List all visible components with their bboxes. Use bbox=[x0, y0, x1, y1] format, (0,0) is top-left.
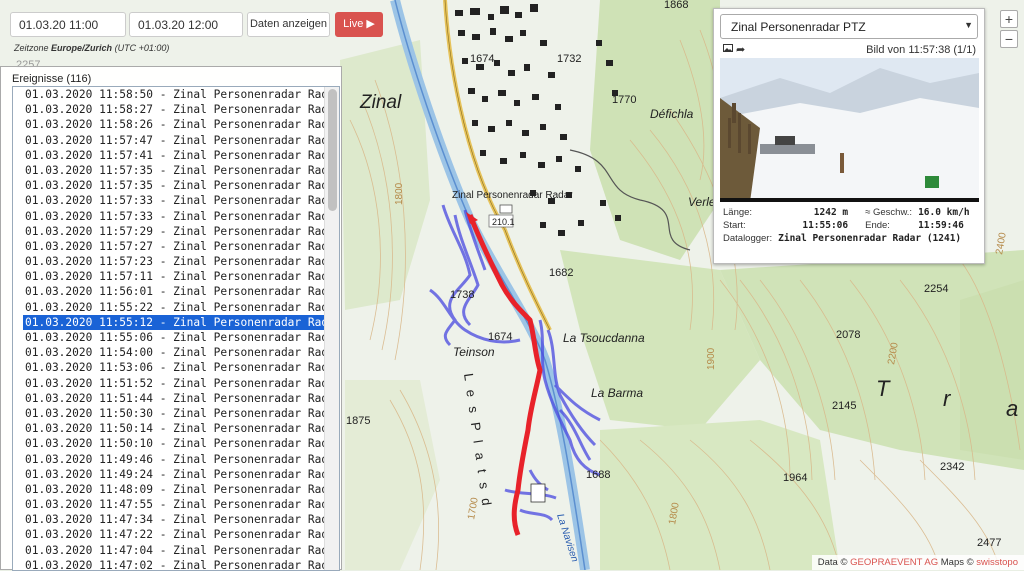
swisstopo-link[interactable]: swisstopo bbox=[976, 557, 1018, 568]
start-datetime-input[interactable] bbox=[10, 12, 126, 37]
event-list-item[interactable]: 01.03.2020 11:47:34 - Zinal Personenrada… bbox=[23, 512, 339, 527]
elevation-label: 1732 bbox=[557, 53, 581, 65]
region-letter: a bbox=[1006, 396, 1018, 421]
event-list-item[interactable]: 01.03.2020 11:58:50 - Zinal Personenrada… bbox=[23, 87, 339, 102]
camera-panel: Zinal Personenradar PTZ ▼ ➦ Bild von 11:… bbox=[713, 8, 985, 264]
share-icon[interactable]: ➦ bbox=[736, 43, 745, 56]
scrollbar-thumb[interactable] bbox=[328, 89, 337, 211]
event-list-item[interactable]: 01.03.2020 11:57:33 - Zinal Personenrada… bbox=[23, 193, 339, 208]
event-list-item[interactable]: 01.03.2020 11:50:14 - Zinal Personenrada… bbox=[23, 421, 339, 436]
events-scrollbar[interactable] bbox=[324, 87, 339, 570]
event-list-item[interactable]: 01.03.2020 11:57:29 - Zinal Personenrada… bbox=[23, 224, 339, 239]
track-info: Länge: 1242 m ≈ Geschw.: 16.0 km/h Start… bbox=[723, 207, 970, 244]
event-list-item[interactable]: 01.03.2020 11:50:30 - Zinal Personenrada… bbox=[23, 406, 339, 421]
elevation-label: 2342 bbox=[940, 461, 964, 473]
event-list-item[interactable]: 01.03.2020 11:55:22 - Zinal Personenrada… bbox=[23, 300, 339, 315]
zoom-in-button[interactable]: + bbox=[1000, 10, 1018, 28]
zoom-out-button[interactable]: − bbox=[1000, 30, 1018, 48]
events-panel: Ereignisse (116) 01.03.2020 11:58:50 - Z… bbox=[0, 66, 342, 571]
road-number-label: 210.1 bbox=[492, 217, 515, 227]
camera-image[interactable] bbox=[720, 58, 979, 202]
event-list-item[interactable]: 01.03.2020 11:49:24 - Zinal Personenrada… bbox=[23, 467, 339, 482]
camera-marker[interactable] bbox=[530, 483, 546, 503]
image-timestamp: Bild von 11:57:38 (1/1) bbox=[866, 44, 976, 56]
radar-station-icon[interactable] bbox=[499, 204, 513, 214]
event-list-item[interactable]: 01.03.2020 11:57:35 - Zinal Personenrada… bbox=[23, 163, 339, 178]
image-icon[interactable] bbox=[723, 44, 733, 52]
event-list-item[interactable]: 01.03.2020 11:47:55 - Zinal Personenrada… bbox=[23, 497, 339, 512]
elevation-label: 2477 bbox=[977, 537, 1001, 549]
play-icon: ▶ bbox=[366, 18, 375, 30]
show-data-button[interactable]: Daten anzeigen bbox=[247, 12, 330, 37]
map-thumbnail bbox=[925, 176, 939, 188]
event-list-item[interactable]: 01.03.2020 11:57:11 - Zinal Personenrada… bbox=[23, 269, 339, 284]
chevron-down-icon: ▼ bbox=[964, 20, 973, 30]
event-list-item[interactable]: 01.03.2020 11:57:41 - Zinal Personenrada… bbox=[23, 148, 339, 163]
contour-label: 1800 bbox=[394, 182, 405, 205]
elevation-label: 1875 bbox=[346, 415, 370, 427]
elevation-label: 1674 bbox=[470, 53, 494, 65]
region-letter: T bbox=[876, 376, 891, 401]
place-label-tsoucdanna: La Tsoucdanna bbox=[563, 331, 645, 345]
place-label-defichla: Défichla bbox=[650, 107, 694, 121]
live-button[interactable]: Live ▶ bbox=[335, 12, 383, 37]
event-list-item[interactable]: 01.03.2020 11:51:52 - Zinal Personenrada… bbox=[23, 376, 339, 391]
elevation-label: 1868 bbox=[664, 0, 688, 11]
event-list-item[interactable]: 01.03.2020 11:55:12 - Zinal Personenrada… bbox=[23, 314, 339, 330]
event-list-item[interactable]: 01.03.2020 11:49:46 - Zinal Personenrada… bbox=[23, 452, 339, 467]
camera-select-value: Zinal Personenradar PTZ bbox=[731, 20, 866, 34]
radar-station-label: Zinal Personenradar Radar bbox=[452, 190, 573, 201]
geopraevent-link[interactable]: GEOPRAEVENT AG bbox=[850, 557, 938, 568]
events-list[interactable]: 01.03.2020 11:58:50 - Zinal Personenrada… bbox=[12, 86, 340, 571]
elevation-label: 1770 bbox=[612, 94, 636, 106]
elevation-label: 1674 bbox=[488, 331, 512, 343]
place-label-teinson: Teinson bbox=[453, 345, 495, 359]
event-list-item[interactable]: 01.03.2020 11:57:47 - Zinal Personenrada… bbox=[23, 133, 339, 148]
elevation-label: 2254 bbox=[924, 283, 948, 295]
event-list-item[interactable]: 01.03.2020 11:57:27 - Zinal Personenrada… bbox=[23, 239, 339, 254]
speed-icon: ≈ bbox=[865, 207, 871, 218]
elevation-label: 2078 bbox=[836, 329, 860, 341]
elevation-label: 1964 bbox=[783, 472, 807, 484]
event-list-item[interactable]: 01.03.2020 11:57:33 - Zinal Personenrada… bbox=[23, 209, 339, 224]
place-label-barma: La Barma bbox=[591, 386, 643, 400]
event-list-item[interactable]: 01.03.2020 11:54:00 - Zinal Personenrada… bbox=[23, 345, 339, 360]
event-list-item[interactable]: 01.03.2020 11:56:01 - Zinal Personenrada… bbox=[23, 284, 339, 299]
elevation-label: 1688 bbox=[586, 469, 610, 481]
event-list-item[interactable]: 01.03.2020 11:47:04 - Zinal Personenrada… bbox=[23, 543, 339, 558]
event-list-item[interactable]: 01.03.2020 11:57:35 - Zinal Personenrada… bbox=[23, 178, 339, 193]
elevation-label: 1738 bbox=[450, 289, 474, 301]
live-label: Live bbox=[343, 18, 364, 30]
elevation-label: 2145 bbox=[832, 400, 856, 412]
event-list-item[interactable]: 01.03.2020 11:53:06 - Zinal Personenrada… bbox=[23, 360, 339, 375]
forest-area bbox=[600, 420, 840, 570]
forest-area bbox=[960, 280, 1024, 460]
event-list-item[interactable]: 01.03.2020 11:55:06 - Zinal Personenrada… bbox=[23, 330, 339, 345]
event-list-item[interactable]: 01.03.2020 11:57:23 - Zinal Personenrada… bbox=[23, 254, 339, 269]
end-datetime-input[interactable] bbox=[129, 12, 243, 37]
camera-select[interactable]: Zinal Personenradar PTZ ▼ bbox=[720, 14, 978, 39]
map-attribution: Data © GEOPRAEVENT AG Maps © swisstopo bbox=[811, 555, 1024, 570]
event-list-item[interactable]: 01.03.2020 11:48:09 - Zinal Personenrada… bbox=[23, 482, 339, 497]
place-label-zinal: Zinal bbox=[359, 92, 402, 113]
event-list-item[interactable]: 01.03.2020 11:51:44 - Zinal Personenrada… bbox=[23, 391, 339, 406]
elevation-label: 1682 bbox=[549, 267, 573, 279]
events-title: Ereignisse (116) bbox=[12, 73, 92, 85]
event-list-item[interactable]: 01.03.2020 11:58:26 - Zinal Personenrada… bbox=[23, 117, 339, 132]
event-list-item[interactable]: 01.03.2020 11:50:10 - Zinal Personenrada… bbox=[23, 436, 339, 451]
contour-label: 1900 bbox=[706, 347, 717, 370]
speed-label: ≈ Geschw.: bbox=[865, 207, 913, 218]
event-list-item[interactable]: 01.03.2020 11:58:27 - Zinal Personenrada… bbox=[23, 102, 339, 117]
event-list-item[interactable]: 01.03.2020 11:47:22 - Zinal Personenrada… bbox=[23, 527, 339, 542]
event-list-item[interactable]: 01.03.2020 11:47:02 - Zinal Personenrada… bbox=[23, 558, 339, 570]
timezone-info: Zeitzone Europe/Zurich (UTC +01:00) bbox=[14, 43, 170, 53]
